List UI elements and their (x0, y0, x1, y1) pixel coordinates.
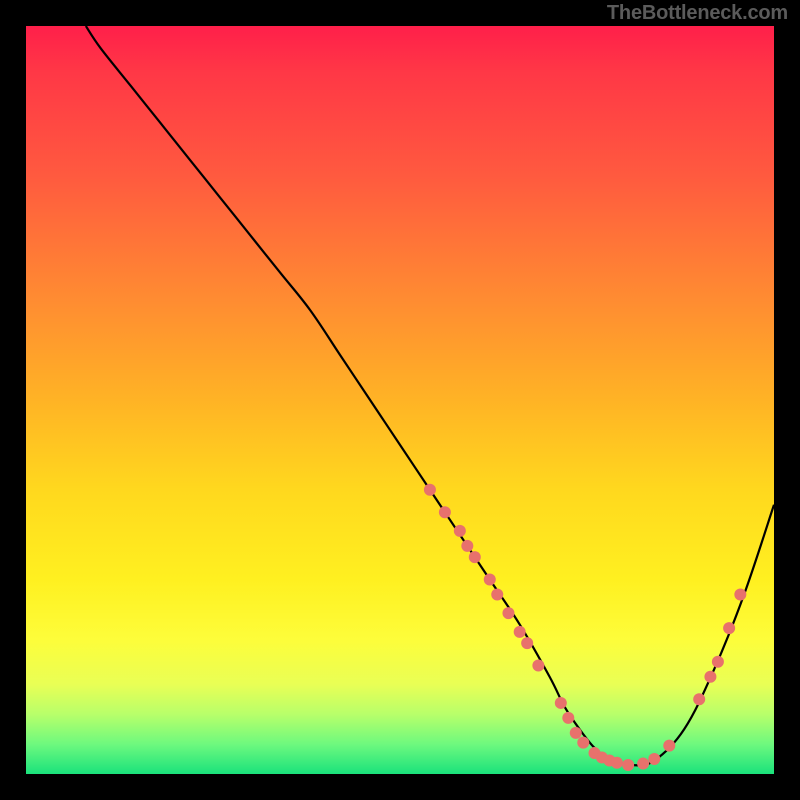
chart-svg (26, 26, 774, 774)
curve-marker (502, 607, 514, 619)
bottleneck-curve (86, 26, 774, 765)
curve-marker (577, 737, 589, 749)
curve-marker (555, 697, 567, 709)
curve-marker (514, 626, 526, 638)
watermark-text: TheBottleneck.com (607, 2, 788, 25)
curve-marker (454, 525, 466, 537)
plot-area (26, 26, 774, 774)
curve-marker (637, 758, 649, 770)
curve-marker (532, 660, 544, 672)
curve-markers (424, 484, 746, 771)
chart-container: TheBottleneck.com (0, 0, 800, 800)
curve-marker (469, 551, 481, 563)
curve-marker (484, 574, 496, 586)
curve-marker (693, 693, 705, 705)
curve-marker (712, 656, 724, 668)
curve-marker (723, 622, 735, 634)
curve-marker (439, 506, 451, 518)
curve-marker (648, 753, 660, 765)
curve-marker (521, 637, 533, 649)
curve-marker (663, 740, 675, 752)
curve-marker (570, 727, 582, 739)
curve-marker (611, 757, 623, 769)
curve-marker (622, 759, 634, 771)
curve-marker (734, 588, 746, 600)
curve-marker (424, 484, 436, 496)
curve-marker (562, 712, 574, 724)
curve-marker (461, 540, 473, 552)
curve-marker (491, 588, 503, 600)
curve-marker (704, 671, 716, 683)
